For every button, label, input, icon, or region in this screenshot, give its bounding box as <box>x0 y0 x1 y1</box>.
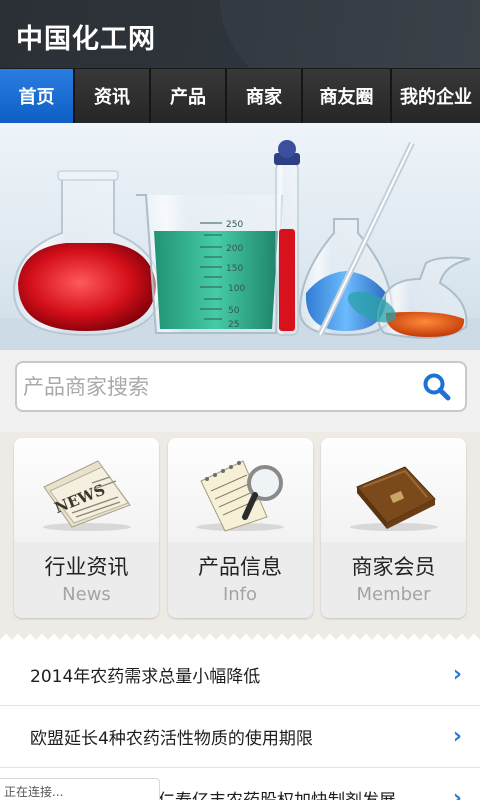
beaker-tick-25: 25 <box>228 320 239 330</box>
chevron-right-icon: › <box>452 662 462 687</box>
nav-tab-news[interactable]: 资讯 <box>75 69 151 123</box>
news-title: 2014年农药需求总量小幅降低 <box>30 667 261 687</box>
section-divider <box>0 632 480 644</box>
news-list-item[interactable]: 欧盟延长4种农药活性物质的使用期限 › <box>0 706 480 768</box>
card-member-footer: 商家会员 Member <box>321 542 466 618</box>
card-news-image: NEWS <box>14 438 159 542</box>
banner-image[interactable]: 250 200 150 100 50 25 <box>0 123 480 350</box>
card-member-image <box>321 438 466 542</box>
nav-tab-merchants[interactable]: 商家 <box>227 69 303 123</box>
card-merchant-member[interactable]: 商家会员 Member <box>321 438 466 618</box>
card-member-subtitle: Member <box>356 584 431 605</box>
newspaper-icon: NEWS <box>42 460 131 531</box>
lab-glassware-illustration: 250 200 150 100 50 25 <box>0 140 480 350</box>
chevron-right-icon: › <box>452 724 462 749</box>
nav-tab-my-company[interactable]: 我的企业 <box>392 69 480 123</box>
card-info-subtitle: Info <box>222 584 258 605</box>
card-product-info[interactable]: 产品信息 Info <box>167 438 313 618</box>
card-news-footer: 行业资讯 News <box>14 542 159 618</box>
briefcase-icon <box>349 466 438 531</box>
news-list: 2014年农药需求总量小幅降低 › 欧盟延长4种农药活性物质的使用期限 › 仁寿… <box>0 644 480 800</box>
notepad-magnifier-icon <box>196 460 284 532</box>
chevron-right-icon: › <box>452 786 462 800</box>
nav-tab-products[interactable]: 产品 <box>151 69 227 123</box>
search-button[interactable] <box>419 369 455 405</box>
beaker-tick-50: 50 <box>228 306 240 316</box>
beaker-tick-150: 150 <box>226 264 243 274</box>
beaker-tick-250: 250 <box>226 220 243 230</box>
news-list-item[interactable]: 2014年农药需求总量小幅降低 › <box>0 644 480 706</box>
app-header: 中国化工网 <box>0 0 480 68</box>
beaker-tick-100: 100 <box>228 284 245 294</box>
card-info-footer: 产品信息 Info <box>167 542 313 618</box>
app-title: 中国化工网 <box>16 24 156 55</box>
nav-tab-home[interactable]: 首页 <box>0 69 75 123</box>
card-news-subtitle: News <box>62 584 111 605</box>
search-icon <box>423 373 451 400</box>
loading-status: 正在连接... <box>0 778 160 800</box>
category-cards: NEWS 行业资讯 News 产品信息 Info 商家会员 Member <box>0 432 480 632</box>
card-info-image <box>167 438 313 542</box>
beaker-tick-200: 200 <box>226 244 243 254</box>
card-industry-news[interactable]: NEWS 行业资讯 News <box>14 438 159 618</box>
card-member-title: 商家会员 <box>351 555 436 579</box>
nav-tab-circle[interactable]: 商友圈 <box>303 69 392 123</box>
search-bar <box>0 350 480 432</box>
search-box <box>15 361 467 412</box>
card-info-title: 产品信息 <box>198 555 282 579</box>
card-news-title: 行业资讯 <box>44 555 129 579</box>
search-input[interactable] <box>23 374 419 399</box>
main-nav: 首页 资讯 产品 商家 商友圈 我的企业 <box>0 68 480 123</box>
news-title: 欧盟延长4种农药活性物质的使用期限 <box>30 729 313 749</box>
